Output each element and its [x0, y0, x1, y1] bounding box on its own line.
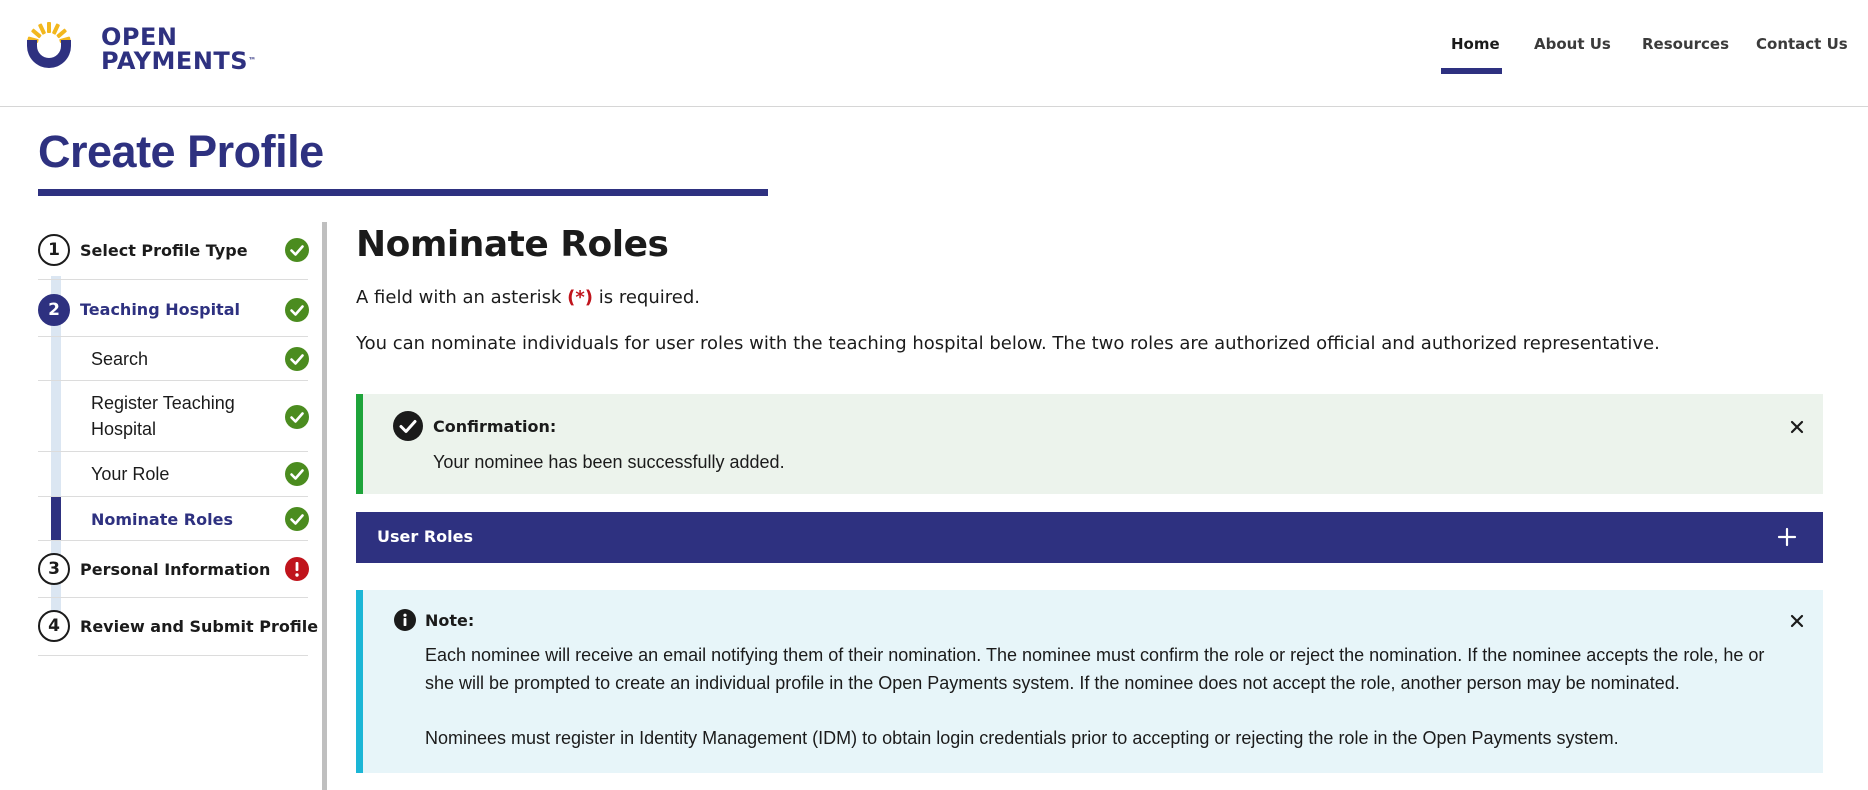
check-circle-icon [285, 462, 309, 486]
step-number-circle: 4 [38, 610, 70, 642]
substep-label: Search [91, 349, 149, 369]
check-circle-icon [285, 405, 309, 429]
substep-register-teaching-hospital[interactable]: Register Teaching Hospital [38, 381, 309, 452]
substep-label: Your Role [91, 464, 170, 484]
check-circle-icon [285, 298, 309, 322]
note-heading: Note: [425, 611, 475, 630]
confirmation-heading: Confirmation: [433, 417, 557, 436]
info-circle-icon [394, 609, 416, 636]
exclamation-circle-icon [285, 557, 309, 581]
check-circle-icon [393, 411, 423, 446]
substep-label: Nominate Roles [91, 510, 233, 529]
step-label: Select Profile Type [80, 241, 248, 260]
logo-trademark: ™ [248, 56, 257, 65]
step-personal-information[interactable]: 3 Personal Information [38, 541, 309, 598]
step-label: Review and Submit Profile [80, 617, 319, 636]
page-title: Create Profile [38, 126, 324, 177]
nav-resources[interactable]: Resources [1642, 35, 1729, 53]
logo-wordmark: OPEN PAYMENTS™ [101, 25, 257, 73]
required-asterisk: (*) [567, 287, 594, 308]
check-circle-icon [285, 507, 309, 531]
sun-logo-icon [27, 22, 71, 68]
close-icon[interactable] [1787, 417, 1807, 437]
confirmation-alert: Confirmation: Your nominee has been succ… [356, 394, 1823, 494]
step-label: Teaching Hospital [80, 300, 240, 319]
substep-label: Register Teaching Hospital [91, 393, 235, 439]
note-paragraph-1: Each nominee will receive an email notif… [425, 645, 1765, 693]
step-label: Personal Information [80, 560, 271, 579]
substep-search[interactable]: Search [38, 337, 309, 381]
section-title: Nominate Roles [356, 224, 669, 265]
note-paragraph-2: Nominees must register in Identity Manag… [425, 728, 1619, 748]
note-alert: Note: Each nominee will receive an email… [356, 590, 1823, 773]
step-teaching-hospital[interactable]: 2 Teaching Hospital [38, 280, 309, 337]
logo-line-2: PAYMENTS™ [101, 49, 257, 73]
logo-line-2-text: PAYMENTS [101, 47, 249, 75]
user-roles-accordion[interactable]: User Roles [356, 512, 1823, 563]
nav-home[interactable]: Home [1451, 35, 1500, 53]
accordion-label: User Roles [377, 527, 473, 546]
title-underline [38, 189, 768, 196]
nav-contact-us[interactable]: Contact Us [1756, 35, 1848, 53]
step-number-circle: 1 [38, 234, 70, 266]
step-number-circle: 3 [38, 553, 70, 585]
close-icon[interactable] [1787, 611, 1807, 631]
logo-line-1: OPEN [101, 23, 178, 51]
sidebar-divider [322, 222, 327, 790]
step-select-profile-type[interactable]: 1 Select Profile Type [38, 232, 309, 280]
required-note-suffix: is required. [593, 287, 700, 308]
confirmation-body: Your nominee has been successfully added… [433, 452, 785, 472]
check-circle-icon [285, 238, 309, 262]
step-number-circle: 2 [38, 294, 70, 326]
required-field-note: A field with an asterisk (*) is required… [356, 287, 700, 308]
nav-about-us[interactable]: About Us [1534, 35, 1611, 53]
intro-text: You can nominate individuals for user ro… [356, 333, 1660, 354]
check-circle-icon [285, 347, 309, 371]
required-note-prefix: A field with an asterisk [356, 287, 568, 308]
plus-icon[interactable] [1777, 527, 1797, 547]
substep-your-role[interactable]: Your Role [38, 452, 309, 497]
site-header: OPEN PAYMENTS™ Home About Us Resources C… [0, 0, 1868, 107]
nav-active-indicator [1441, 68, 1502, 74]
open-payments-logo[interactable]: OPEN PAYMENTS™ [21, 22, 256, 76]
step-review-and-submit-profile[interactable]: 4 Review and Submit Profile [38, 598, 318, 656]
substep-nominate-roles[interactable]: Nominate Roles [38, 497, 309, 541]
